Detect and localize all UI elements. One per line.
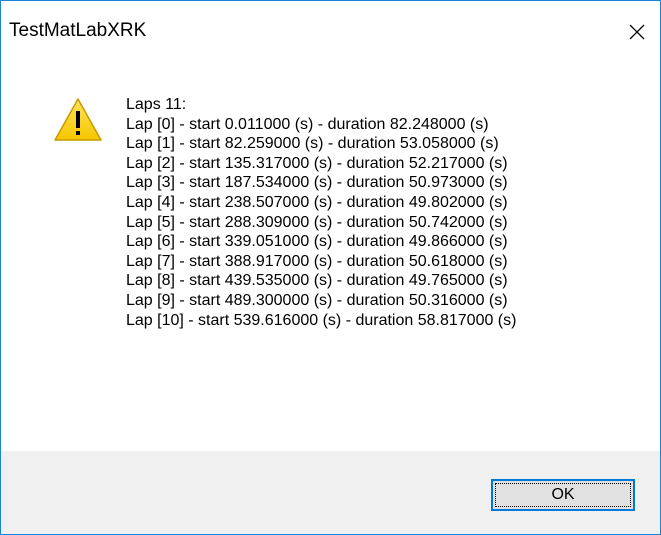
lap-line: Lap [10] - start 539.616000 (s) - durati… bbox=[126, 311, 517, 329]
message-text: Laps 11: Lap [0] - start 0.011000 (s) - d… bbox=[126, 95, 646, 330]
lap-line: Lap [7] - start 388.917000 (s) - duratio… bbox=[126, 252, 508, 270]
lap-line: Lap [2] - start 135.317000 (s) - duratio… bbox=[126, 154, 508, 172]
warning-icon bbox=[54, 98, 102, 141]
window-title: TestMatLabXRK bbox=[9, 20, 147, 41]
ok-button[interactable]: OK bbox=[491, 479, 635, 511]
lap-line: Lap [8] - start 439.535000 (s) - duratio… bbox=[126, 272, 508, 290]
laps-count-line: Laps 11: bbox=[126, 96, 187, 113]
lap-line: Lap [5] - start 288.309000 (s) - duratio… bbox=[126, 213, 508, 231]
message-dialog: TestMatLabXRK Laps 11: Lap [0] - start 0.… bbox=[0, 0, 661, 535]
title-bar[interactable]: TestMatLabXRK bbox=[1, 1, 660, 63]
ok-button-label: OK bbox=[551, 486, 575, 503]
lap-line: Lap [9] - start 489.300000 (s) - duratio… bbox=[126, 291, 508, 309]
lap-line: Lap [3] - start 187.534000 (s) - duratio… bbox=[126, 174, 508, 192]
close-icon bbox=[629, 24, 645, 40]
lap-line: Lap [1] - start 82.259000 (s) - duration… bbox=[126, 135, 499, 153]
lap-line: Lap [0] - start 0.011000 (s) - duration … bbox=[126, 115, 489, 133]
dialog-content: Laps 11: Lap [0] - start 0.011000 (s) - d… bbox=[1, 63, 660, 451]
lap-line: Lap [4] - start 238.507000 (s) - duratio… bbox=[126, 193, 508, 211]
lap-line: Lap [6] - start 339.051000 (s) - duratio… bbox=[126, 233, 508, 251]
button-bar: OK bbox=[1, 451, 660, 534]
close-button[interactable] bbox=[614, 1, 660, 63]
